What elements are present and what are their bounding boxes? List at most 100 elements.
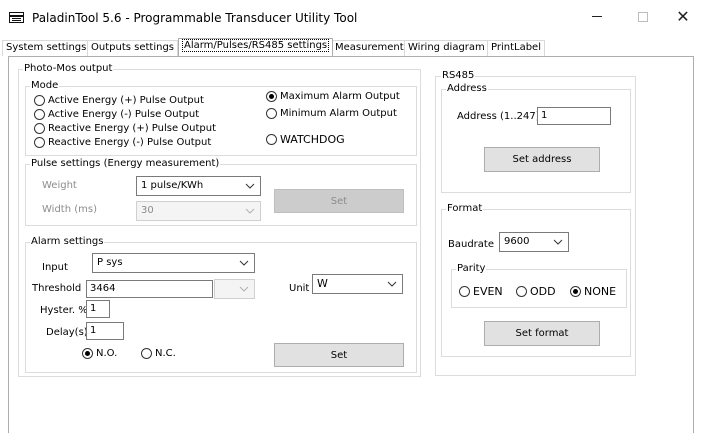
- rs485-title: RS485: [441, 70, 476, 82]
- radio-dot: [141, 348, 152, 359]
- radio-normally-open[interactable]: N.O.: [82, 348, 117, 359]
- radio-dot: [266, 134, 277, 145]
- close-button[interactable]: ✕: [660, 0, 706, 33]
- radio-label: N.C.: [155, 348, 176, 359]
- radio-dot: [34, 95, 45, 106]
- threshold-multiplier-select[interactable]: [214, 279, 255, 299]
- close-icon: ✕: [676, 6, 690, 26]
- tab-measurements[interactable]: Measurements: [331, 40, 413, 56]
- delay-value: 1: [90, 325, 97, 336]
- parity-title: Parity: [456, 263, 487, 275]
- radio-normally-closed[interactable]: N.C.: [141, 348, 176, 359]
- pulse-settings-group: Pulse settings (Energy measurement) Weig…: [25, 158, 417, 226]
- baudrate-value: 9600: [504, 236, 530, 247]
- alarm-set-button[interactable]: Set: [274, 343, 404, 367]
- minimize-button[interactable]: [574, 0, 620, 33]
- chevron-down-icon: [245, 208, 255, 214]
- radio-dot: [266, 108, 277, 119]
- radio-active-energy-pos[interactable]: Active Energy (+) Pulse Output: [34, 95, 204, 106]
- unit-value: W: [317, 277, 328, 290]
- radio-label: Reactive Energy (-) Pulse Output: [48, 137, 212, 148]
- rs485-group: RS485 Address Address (1..247) 1 Set add…: [435, 70, 636, 376]
- radio-dot: [34, 137, 45, 148]
- pulse-settings-title: Pulse settings (Energy measurement): [30, 158, 221, 170]
- window-title: PaladinTool 5.6 - Programmable Transduce…: [32, 11, 358, 25]
- mode-title: Mode: [30, 80, 60, 92]
- radio-label: Minimum Alarm Output: [280, 108, 397, 119]
- input-select[interactable]: P sys: [92, 253, 255, 273]
- input-label: Input: [42, 262, 68, 273]
- width-value: 30: [141, 205, 154, 216]
- title-bar: PaladinTool 5.6 - Programmable Transduce…: [0, 0, 706, 33]
- address-group: Address Address (1..247) 1 Set address: [441, 83, 631, 193]
- format-group: Format Baudrate 9600 Parity EVEN ODD NON…: [441, 203, 631, 357]
- photomos-title: Photo-Mos output: [23, 63, 114, 75]
- address-input[interactable]: 1: [537, 107, 611, 125]
- radio-minimum-alarm[interactable]: Minimum Alarm Output: [266, 108, 397, 119]
- app-icon: [9, 12, 24, 23]
- hyster-label: Hyster. %: [40, 305, 88, 316]
- radio-reactive-energy-pos[interactable]: Reactive Energy (+) Pulse Output: [34, 123, 216, 134]
- weight-select[interactable]: 1 pulse/KWh: [136, 176, 261, 196]
- chevron-down-icon: [239, 260, 249, 266]
- radio-label: Maximum Alarm Output: [280, 91, 400, 102]
- tab-printlabel[interactable]: PrintLabel: [487, 40, 545, 56]
- weight-value: 1 pulse/KWh: [141, 180, 204, 191]
- baudrate-select[interactable]: 9600: [499, 232, 569, 252]
- address-label: Address (1..247): [457, 111, 540, 122]
- button-label: Set format: [515, 328, 569, 339]
- input-value: P sys: [97, 257, 123, 268]
- hyster-input[interactable]: 1: [86, 300, 110, 318]
- radio-dot: [266, 91, 277, 102]
- alarm-settings-group: Alarm settings Input P sys Threshold 346…: [25, 236, 417, 373]
- radio-parity-odd[interactable]: ODD: [516, 285, 556, 298]
- chevron-down-icon: [553, 239, 563, 245]
- radio-maximum-alarm[interactable]: Maximum Alarm Output: [266, 91, 400, 102]
- threshold-input[interactable]: 3464: [86, 280, 213, 298]
- radio-label: N.O.: [96, 348, 118, 359]
- unit-label: Unit: [289, 283, 310, 294]
- radio-dot: [570, 286, 581, 297]
- tab-alarm-pulses-rs485[interactable]: Alarm/Pulses/RS485 settings: [178, 38, 334, 56]
- chevron-down-icon: [387, 281, 397, 287]
- maximize-icon: [638, 11, 648, 22]
- radio-label: ODD: [530, 285, 556, 298]
- button-label: Set: [330, 349, 348, 361]
- radio-dot: [82, 348, 93, 359]
- radio-parity-none[interactable]: NONE: [570, 285, 616, 298]
- hyster-value: 1: [90, 303, 97, 314]
- delay-input[interactable]: 1: [86, 322, 124, 340]
- chevron-down-icon: [245, 183, 255, 189]
- tab-wiring-diagram[interactable]: Wiring diagram: [404, 40, 489, 56]
- radio-label: Active Energy (-) Pulse Output: [48, 109, 200, 120]
- minimize-icon: [592, 16, 602, 17]
- format-title: Format: [446, 203, 484, 215]
- tab-label: System settings: [6, 42, 87, 53]
- tab-label: PrintLabel: [491, 42, 541, 53]
- radio-active-energy-neg[interactable]: Active Energy (-) Pulse Output: [34, 109, 199, 120]
- threshold-value: 3464: [90, 283, 116, 294]
- alarm-settings-title: Alarm settings: [30, 236, 105, 248]
- tab-outputs-settings[interactable]: Outputs settings: [87, 40, 179, 56]
- set-address-button[interactable]: Set address: [484, 147, 600, 172]
- tab-system-settings[interactable]: System settings: [2, 40, 91, 56]
- pulse-set-button[interactable]: Set: [274, 189, 404, 213]
- weight-label: Weight: [42, 180, 77, 191]
- radio-dot: [459, 286, 470, 297]
- radio-parity-even[interactable]: EVEN: [459, 285, 503, 298]
- radio-reactive-energy-neg[interactable]: Reactive Energy (-) Pulse Output: [34, 137, 211, 148]
- radio-label: Reactive Energy (+) Pulse Output: [48, 123, 217, 134]
- set-format-button[interactable]: Set format: [484, 321, 600, 346]
- tab-label: Measurements: [335, 42, 409, 53]
- radio-label: NONE: [584, 285, 617, 298]
- unit-select[interactable]: W: [312, 274, 403, 294]
- width-select[interactable]: 30: [136, 201, 261, 221]
- tab-label: Outputs settings: [91, 42, 175, 53]
- radio-dot: [34, 109, 45, 120]
- radio-watchdog[interactable]: WATCHDOG: [266, 133, 345, 146]
- width-label: Width (ms): [42, 204, 97, 215]
- radio-label: EVEN: [473, 285, 503, 298]
- delay-label: Delay(s): [46, 327, 88, 338]
- mode-group: Mode Active Energy (+) Pulse Output Acti…: [25, 80, 417, 156]
- radio-dot: [34, 123, 45, 134]
